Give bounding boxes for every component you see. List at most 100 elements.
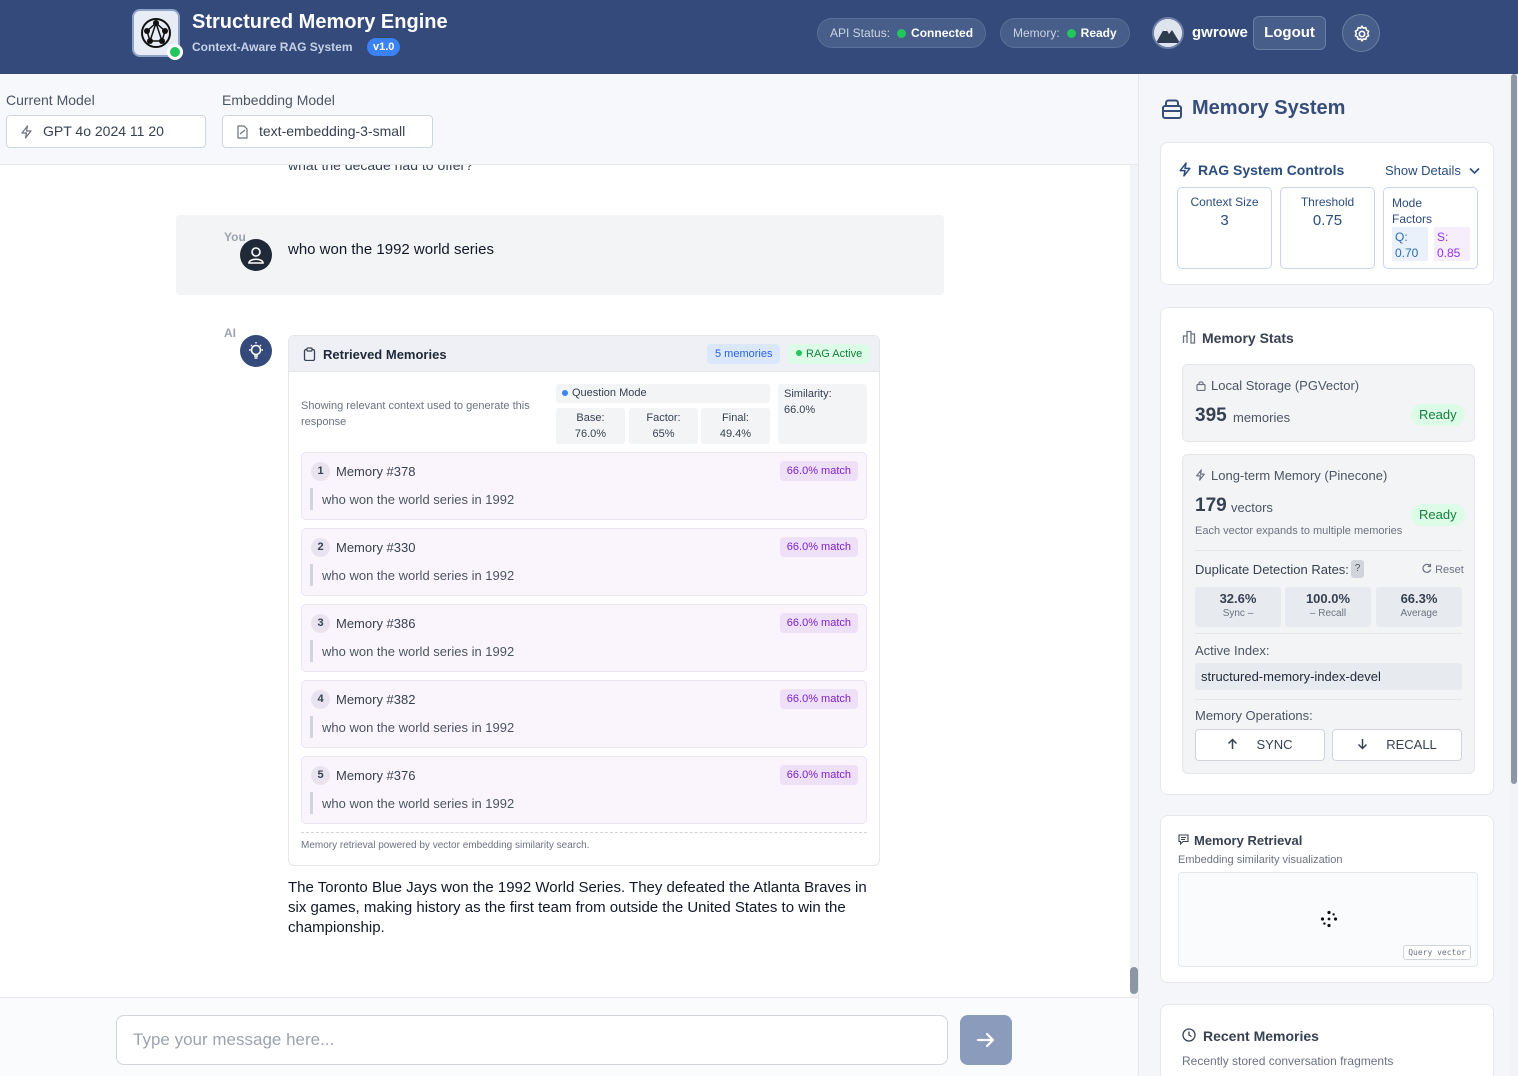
recent-memories-card: Recent Memories Recently stored conversa…	[1160, 1004, 1494, 1076]
quote-bar	[310, 792, 313, 814]
retrieved-memories-header: Retrieved Memories 5 memories RAG Active	[289, 336, 879, 372]
previous-message-fragment: what the decade had to offer?	[288, 165, 473, 173]
input-bar	[0, 997, 1138, 1076]
network-icon	[141, 18, 171, 48]
panel-scrollbar-thumb[interactable]	[1511, 74, 1517, 784]
retrieved-memories-title: Retrieved Memories	[323, 347, 447, 362]
pinecone-note: Each vector expands to multiple memories	[1195, 525, 1403, 537]
match-badge: 66.0% match	[779, 461, 858, 481]
api-status-pill: API Status: Connected	[817, 18, 987, 48]
app-title: Structured Memory Engine	[192, 11, 448, 33]
current-model-select[interactable]: GPT 4o 2024 11 20	[6, 115, 206, 148]
match-badge: 66.0% match	[779, 689, 858, 709]
final-label: Final:	[722, 412, 749, 424]
show-details-toggle[interactable]: Show Details	[1385, 163, 1480, 178]
query-vector-tag: Query vector	[1403, 945, 1471, 960]
final-value: 49.4%	[719, 428, 752, 440]
similarity-label: Similarity:	[784, 388, 832, 400]
sync-button[interactable]: SYNC	[1195, 729, 1325, 761]
chat-scrollbar[interactable]	[1130, 165, 1138, 997]
average-rate-label: Average	[1400, 608, 1438, 619]
memory-title: Memory #376	[336, 768, 416, 783]
current-model-value: GPT 4o 2024 11 20	[43, 123, 164, 139]
settings-button[interactable]	[1342, 14, 1380, 52]
rag-active-badge: RAG Active	[788, 344, 871, 364]
base-metric: Base: 76.0%	[556, 408, 625, 444]
chat-scrollbar-thumb[interactable]	[1130, 967, 1138, 994]
app-logo[interactable]	[132, 9, 183, 60]
memory-retrieval-subtitle: Embedding similarity visualization	[1178, 854, 1343, 866]
memory-item[interactable]: 5 Memory #376 66.0% match who won the wo…	[301, 756, 867, 824]
memory-text: who won the world series in 1992	[322, 644, 515, 659]
memory-text: who won the world series in 1992	[322, 492, 515, 507]
context-size-value: 3	[1220, 212, 1229, 229]
memory-text: who won the world series in 1992	[322, 720, 515, 735]
memory-operations-label: Memory Operations:	[1195, 708, 1313, 723]
memory-title: Memory #386	[336, 616, 416, 631]
memory-item[interactable]: 4 Memory #382 66.0% match who won the wo…	[301, 680, 867, 748]
logout-button[interactable]: Logout	[1253, 16, 1326, 50]
message-input[interactable]	[116, 1015, 948, 1065]
recall-rate-value: 100.0%	[1305, 591, 1351, 606]
quote-bar	[310, 640, 313, 662]
factor-metric: Factor: 65%	[629, 408, 698, 444]
online-indicator	[167, 44, 183, 60]
pinecone-unit: vectors	[1231, 500, 1273, 515]
rag-controls-card: RAG System Controls Show Details Context…	[1160, 142, 1494, 285]
bolt-icon	[1196, 469, 1205, 481]
memory-title: Memory #378	[336, 464, 416, 479]
embedding-visualization[interactable]: Query vector	[1178, 872, 1478, 967]
question-mode-label: Question Mode	[556, 384, 770, 403]
similarity-metric: Similarity: 66.0%	[778, 384, 867, 444]
recent-memories-title: Recent Memories	[1203, 1028, 1319, 1044]
show-details-label: Show Details	[1385, 163, 1461, 178]
current-model-label: Current Model	[6, 92, 95, 108]
local-storage-status-badge: Ready	[1411, 404, 1465, 426]
memory-retrieval-card: Memory Retrieval Embedding similarity vi…	[1160, 815, 1494, 983]
status-dot	[796, 350, 802, 356]
memory-count-badge: 5 memories	[707, 344, 781, 364]
chat-area[interactable]: what the decade had to offer? You who wo…	[0, 165, 1130, 997]
recall-button-label: RECALL	[1386, 737, 1437, 752]
mode-factors-control[interactable]: Mode Factors Q: 0.70 S: 0.85	[1383, 187, 1478, 269]
reset-button[interactable]: Reset	[1422, 563, 1464, 576]
memory-item[interactable]: 2 Memory #330 66.0% match who won the wo…	[301, 528, 867, 596]
memory-item[interactable]: 1 Memory #378 66.0% match who won the wo…	[301, 452, 867, 520]
threshold-control[interactable]: Threshold 0.75	[1280, 187, 1375, 269]
avatar[interactable]	[1152, 17, 1184, 49]
chevron-down-icon	[1468, 167, 1480, 175]
memory-stats-title: Memory Stats	[1202, 330, 1294, 346]
divider	[1195, 633, 1462, 634]
context-size-control[interactable]: Context Size 3	[1177, 187, 1272, 269]
match-badge: 66.0% match	[779, 613, 858, 633]
panel-title: Memory System	[1192, 97, 1346, 119]
memory-number: 4	[311, 690, 330, 709]
similarity-value: 66.0%	[784, 404, 816, 416]
app-header: Structured Memory Engine Context-Aware R…	[0, 0, 1518, 74]
average-rate: 66.3% Average	[1376, 587, 1462, 627]
duplicate-rates-label: Duplicate Detection Rates:	[1195, 562, 1349, 577]
final-metric: Final: 49.4%	[701, 408, 770, 444]
quote-bar	[310, 488, 313, 510]
send-button[interactable]	[960, 1015, 1012, 1065]
memory-retrieval-title: Memory Retrieval	[1194, 833, 1303, 848]
mountain-avatar-icon	[1154, 19, 1182, 47]
memory-status-value: Ready	[1080, 26, 1117, 40]
document-icon	[237, 125, 248, 139]
memory-item[interactable]: 3 Memory #386 66.0% match who won the wo…	[301, 604, 867, 672]
q-factor-value: 0.70	[1395, 246, 1419, 260]
gear-icon	[1354, 25, 1370, 42]
lock-icon	[1196, 381, 1206, 391]
q-factor-label: Q:	[1395, 230, 1408, 244]
pinecone-label: Long-term Memory (Pinecone)	[1211, 468, 1388, 483]
embedding-model-select[interactable]: text-embedding-3-small	[222, 115, 433, 148]
version-badge: v1.0	[367, 38, 401, 56]
base-value: 76.0%	[574, 428, 607, 440]
local-storage-label: Local Storage (PGVector)	[1211, 378, 1360, 393]
recall-button[interactable]: RECALL	[1332, 729, 1462, 761]
memory-status-label: Memory:	[1013, 26, 1060, 40]
help-icon[interactable]: ?	[1351, 560, 1364, 578]
local-storage-unit: memories	[1233, 410, 1291, 425]
status-dot	[897, 29, 907, 38]
average-rate-value: 66.3%	[1400, 591, 1438, 606]
